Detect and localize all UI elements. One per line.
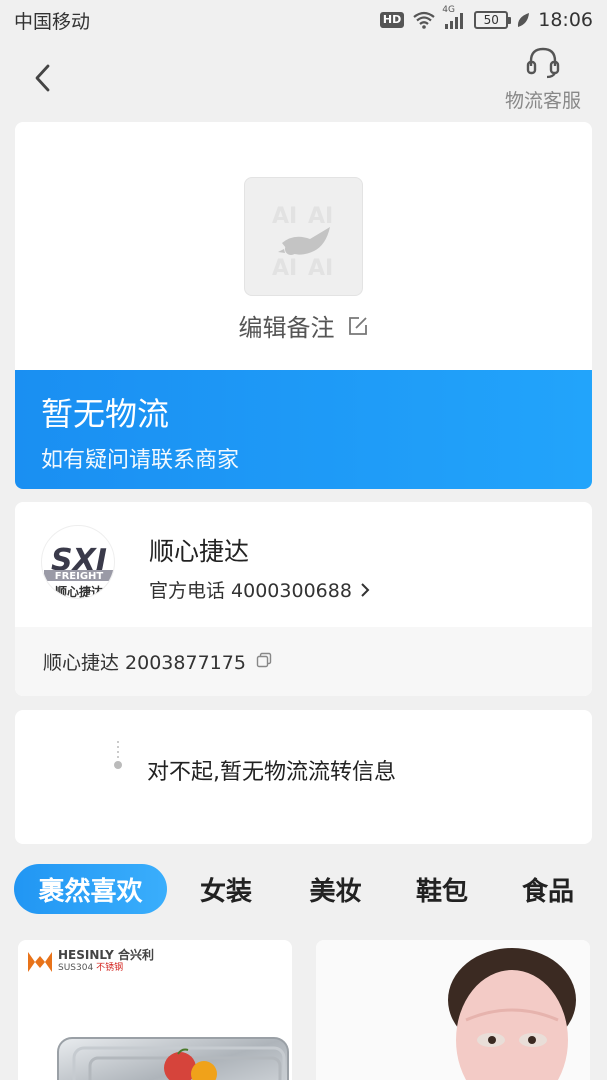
svg-text:AI: AI — [308, 204, 333, 229]
tab-beauty[interactable]: 美妆 — [285, 864, 386, 914]
battery-icon: 50 — [474, 11, 512, 29]
category-tabs: 裹然喜欢 女装 美妆 鞋包 食品 — [14, 864, 604, 914]
package-card: AI AI AI AI 编辑备注 暂无物流 如有疑问请联系商家 — [15, 122, 592, 489]
logo-cn: 顺心捷达 — [55, 584, 103, 599]
headset-icon — [526, 47, 560, 79]
wifi-icon — [412, 10, 436, 30]
face-mask-product-image — [316, 940, 590, 1080]
svg-text:AI: AI — [272, 204, 297, 229]
status-bar: 中国移动 HD 4G 50 18:06 — [0, 0, 607, 40]
clock: 18:06 — [538, 9, 593, 31]
logo-freight: FREIGHT — [55, 571, 104, 582]
chevron-right-icon — [361, 582, 370, 597]
tab-shoes-bags[interactable]: 鞋包 — [386, 864, 498, 914]
courier-name: 顺心捷达 — [149, 537, 250, 566]
tracking-number: 顺心捷达 2003877175 — [43, 652, 246, 674]
logistics-timeline-card: 对不起,暂无物流流转信息 — [15, 710, 592, 844]
customer-service-label: 物流客服 — [504, 90, 581, 112]
tab-recommended[interactable]: 裹然喜欢 — [14, 864, 167, 914]
package-image-placeholder: AI AI AI AI — [244, 177, 363, 296]
top-nav: 物流客服 — [0, 44, 607, 114]
network-type-label: 4G — [442, 5, 455, 15]
product-card[interactable] — [316, 940, 590, 1080]
logistics-status-banner: 暂无物流 如有疑问请联系商家 — [15, 370, 592, 489]
courier-phone-label: 官方电话 4000300688 — [149, 580, 352, 602]
tab-womenswear[interactable]: 女装 — [167, 864, 285, 914]
hd-icon: HD — [379, 12, 405, 28]
timeline-dot-icon — [114, 741, 122, 769]
svg-text:AI: AI — [272, 256, 297, 277]
edit-remark-button[interactable]: 编辑备注 — [15, 308, 592, 343]
edit-icon — [347, 315, 369, 343]
bird-placeholder-icon: AI AI AI AI — [272, 204, 333, 277]
tab-food[interactable]: 食品 — [498, 864, 598, 914]
tracking-number-row: 顺心捷达 2003877175 — [15, 627, 592, 696]
copy-icon[interactable] — [256, 651, 272, 673]
empty-logistics-message: 对不起,暂无物流流转信息 — [147, 760, 396, 785]
status-icons: HD 4G 50 18:06 — [379, 5, 593, 31]
courier-card: SXJ FREIGHT 顺心捷达 顺心捷达 官方电话 4000300688 顺心… — [15, 502, 592, 696]
status-title: 暂无物流 — [41, 395, 170, 433]
svg-text:AI: AI — [308, 256, 333, 277]
back-button[interactable] — [26, 58, 60, 98]
cellular-signal-icon: 4G — [442, 5, 466, 29]
status-subtitle: 如有疑问请联系商家 — [41, 448, 240, 473]
customer-service-button[interactable]: 物流客服 — [501, 46, 585, 112]
stainless-tray-image — [57, 1037, 289, 1080]
leaf-icon — [516, 12, 530, 28]
edit-remark-label: 编辑备注 — [238, 314, 335, 342]
courier-logo: SXJ FREIGHT 顺心捷达 — [41, 525, 115, 599]
product-card[interactable]: HESINLY 合兴利 SUS304 不锈钢 — [18, 940, 292, 1080]
carrier-name: 中国移动 — [14, 10, 91, 33]
courier-phone-link[interactable]: 官方电话 4000300688 — [149, 576, 370, 603]
back-arrow-icon — [35, 64, 50, 92]
